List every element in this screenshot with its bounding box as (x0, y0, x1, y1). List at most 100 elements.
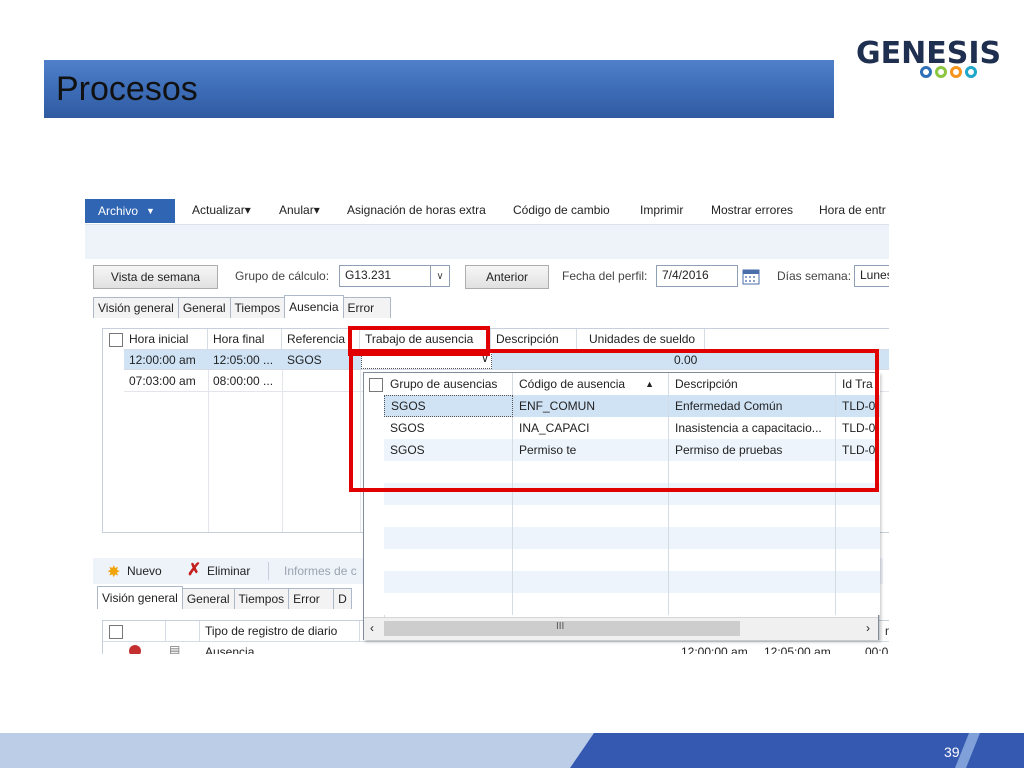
cell (384, 505, 513, 527)
cell (669, 527, 836, 549)
upper-tabs: Visión general General Tiempos Ausencia … (93, 295, 391, 318)
dias-semana-field[interactable]: Lunes (854, 265, 889, 287)
cell-extra: 00:0 (865, 645, 889, 654)
popup-empty-row (384, 571, 880, 593)
anterior-button[interactable]: Anterior (465, 265, 549, 289)
cell (513, 549, 669, 571)
tab-ausencia[interactable]: Ausencia (284, 295, 344, 318)
grupo-calculo-value: G13.231 (345, 268, 392, 282)
tab-vision-general[interactable]: Visión general (93, 297, 179, 318)
tab-label: Error (347, 301, 375, 315)
cell (384, 527, 513, 549)
cell-hora-fin: 12:05:00 am (764, 645, 831, 654)
tab-label: General (182, 301, 226, 315)
tab-label: D (338, 592, 347, 606)
menu-codigo-cambio[interactable]: Código de cambio (513, 203, 610, 217)
chevron-down-icon[interactable]: ∨ (430, 266, 449, 286)
cell-hora-final: 08:00:00 ... (213, 374, 274, 388)
grupo-calculo-label: Grupo de cálculo: (235, 269, 330, 283)
header-hora-inicial[interactable]: Hora inicial (124, 329, 208, 349)
archivo-label: Archivo (98, 204, 139, 218)
vista-semana-button[interactable]: Vista de semana (93, 265, 218, 289)
header-status (124, 621, 166, 641)
nuevo-button[interactable]: Nuevo (127, 564, 162, 578)
table-row[interactable]: ▤ Ausencia 12:00:00 am 12:05:00 am 00:0 (103, 641, 889, 654)
header-unidades-sueldo[interactable]: Unidades de sueldo (577, 329, 705, 349)
tab-general[interactable]: General (181, 588, 235, 609)
cell (384, 571, 513, 593)
grupo-calculo-field[interactable]: G13.231 ∨ (339, 265, 450, 287)
cell (669, 549, 836, 571)
popup-empty-row (384, 593, 880, 615)
document-icon: ▤ (169, 643, 181, 654)
calendar-icon[interactable] (742, 268, 760, 285)
delete-x-icon: ✗ (187, 560, 202, 579)
scrollbar-thumb[interactable]: III (384, 621, 740, 636)
tab-tiempos[interactable]: Tiempos (233, 588, 290, 609)
archivo-menu-button[interactable]: Archivo ▼ (85, 199, 175, 223)
cell (513, 571, 669, 593)
eliminar-button[interactable]: Eliminar (207, 564, 250, 578)
fecha-perfil-field[interactable]: 7/4/2016 (656, 265, 738, 287)
select-all-checkbox[interactable] (109, 333, 123, 347)
highlight-box-rows (349, 349, 879, 492)
cell (513, 593, 669, 615)
tab-label: General (186, 592, 230, 606)
horizontal-scrollbar[interactable]: ‹ III › (364, 617, 878, 640)
select-all-checkbox[interactable] (109, 625, 123, 639)
popup-empty-row (384, 549, 880, 571)
header-tipo-registro[interactable]: Tipo de registro de diario (200, 621, 360, 641)
cell-hora-inicial: 12:00:00 am (129, 353, 196, 367)
popup-empty-row (384, 505, 880, 527)
tab-label: Tiempos (234, 301, 281, 315)
menu-actualizar[interactable]: Actualizar▾ (192, 203, 251, 217)
fecha-perfil-label: Fecha del perfil: (562, 269, 648, 283)
cell-hora-inicial: 07:03:00 am (129, 374, 196, 388)
cell-hora-inicio: 12:00:00 am (681, 645, 748, 654)
slide-title: Procesos (56, 70, 198, 108)
toolbar-divider (268, 562, 269, 580)
tab-label: Visión general (98, 301, 174, 315)
anterior-label: Anterior (485, 270, 529, 284)
tab-label: Error (293, 592, 320, 606)
logo-ring-icon (935, 66, 947, 78)
popup-empty-row (384, 527, 880, 549)
scroll-right-icon[interactable]: › (866, 621, 870, 635)
logo-ring-icon (950, 66, 962, 78)
column-divider (208, 370, 209, 532)
cell (669, 593, 836, 615)
tab-tiempos[interactable]: Tiempos (229, 297, 286, 318)
vista-semana-label: Vista de semana (110, 270, 201, 284)
tab-d[interactable]: D (333, 588, 352, 609)
scroll-grip: III (556, 621, 565, 632)
column-divider (282, 370, 283, 532)
tab-error[interactable]: Error (288, 588, 335, 609)
header-partial: m (885, 624, 889, 638)
ribbon-area (85, 225, 889, 259)
header-attachment (166, 621, 200, 641)
cell (669, 505, 836, 527)
cell-referencia: SGOS (287, 353, 322, 367)
informes-button[interactable]: Informes de c (284, 564, 357, 578)
tab-label: Visión general (102, 591, 178, 605)
menu-imprimir[interactable]: Imprimir (640, 203, 683, 217)
chevron-down-icon: ▼ (146, 206, 155, 216)
menu-asignacion-horas-extra[interactable]: Asignación de horas extra (347, 203, 486, 217)
genesis-logo: GENESIS (856, 36, 1001, 86)
status-dot-icon (129, 645, 141, 654)
menu-mostrar-errores[interactable]: Mostrar errores (711, 203, 793, 217)
cell-tipo-registro: Ausencia (205, 645, 255, 654)
dias-semana-value: Lunes (860, 268, 889, 282)
slide-title-bar: Procesos (44, 60, 834, 118)
scroll-left-icon[interactable]: ‹ (370, 621, 374, 635)
header-descripcion[interactable]: Descripción (491, 329, 577, 349)
tab-general[interactable]: General (177, 297, 231, 318)
tab-error[interactable]: Error (342, 297, 391, 318)
toolbar: Archivo ▼ Actualizar▾ Anular▾ Asignación… (85, 198, 889, 225)
tab-vision-general[interactable]: Visión general (97, 586, 183, 609)
cell (669, 571, 836, 593)
menu-anular[interactable]: Anular▾ (279, 203, 320, 217)
page-number: 39 (944, 744, 960, 760)
menu-hora-entrada[interactable]: Hora de entr (819, 203, 886, 217)
header-hora-final[interactable]: Hora final (208, 329, 282, 349)
